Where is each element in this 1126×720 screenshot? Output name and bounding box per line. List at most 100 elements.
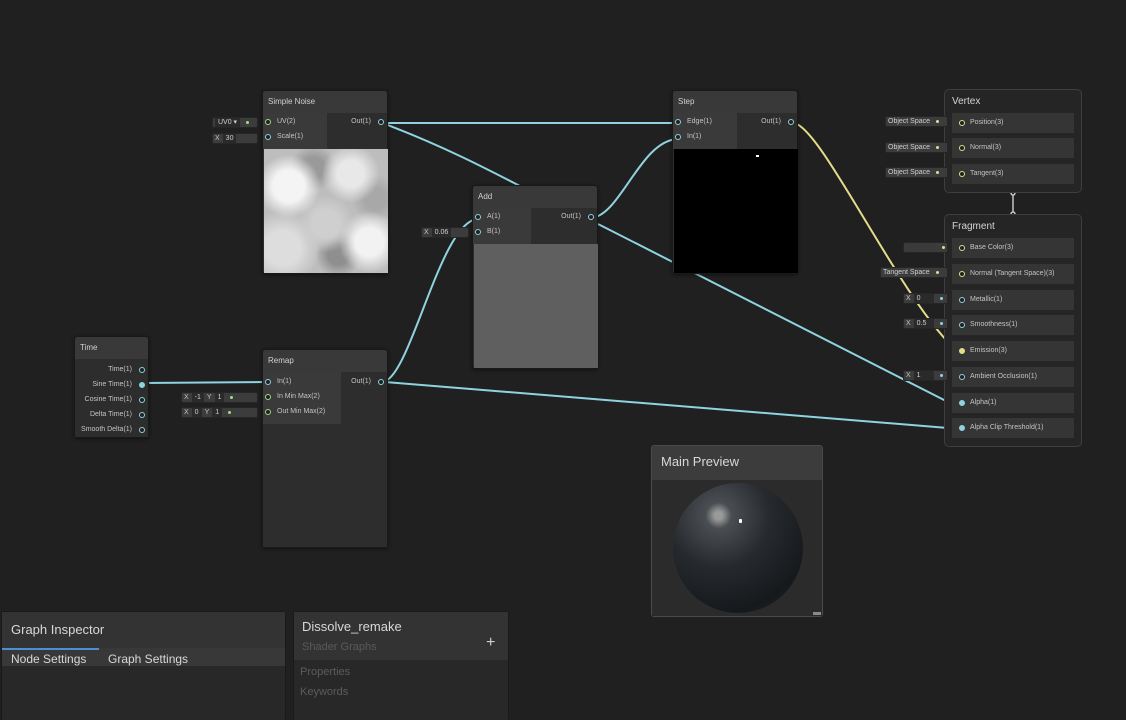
vertex-normal-slot[interactable]: Normal(3)	[952, 138, 1074, 158]
tangent-space-field[interactable]: Object Space	[885, 167, 948, 178]
in-input-label: In(1)	[687, 133, 702, 140]
uv-input-label: UV(2)	[277, 118, 296, 125]
time-node[interactable]: Time Time(1) Sine Time(1) Cosine Time(1)…	[74, 336, 149, 438]
blackboard-header: Dissolve_remake Shader Graphs +	[294, 612, 508, 660]
main-preview-panel[interactable]: Main Preview	[651, 445, 823, 617]
uv-input-port[interactable]	[265, 119, 271, 125]
simple-noise-node[interactable]: Simple Noise UV(2) Scale(1) Out(1)	[262, 90, 388, 274]
out-min-max-label: Out Min Max(2)	[277, 408, 326, 415]
b-input-port[interactable]	[475, 229, 481, 235]
add-property-button[interactable]: +	[486, 634, 495, 652]
base-color-swatch[interactable]	[903, 242, 948, 253]
normal-space-field[interactable]: Object Space	[885, 142, 948, 153]
properties-section[interactable]: Properties	[300, 666, 350, 678]
wire-remap-to-add	[381, 218, 479, 383]
normal-space-inline[interactable]: Tangent Space	[880, 267, 948, 278]
ambient-occlusion-port[interactable]	[959, 374, 965, 380]
smoothness-inline-field[interactable]: X 0.5	[903, 318, 948, 329]
preview-sphere	[673, 483, 803, 613]
wire-step-to-emission	[792, 122, 958, 352]
vertex-tangent-slot[interactable]: Tangent(3)	[952, 164, 1074, 184]
normal-port[interactable]	[959, 145, 965, 151]
in-min-max-inline-field[interactable]: X -1 Y 1	[181, 392, 258, 403]
edge-input-label: Edge(1)	[687, 118, 712, 125]
normal-ts-port[interactable]	[959, 271, 965, 277]
add-b-inline-field[interactable]: X 0.06	[421, 227, 469, 238]
graph-inspector-panel[interactable]: Graph Inspector Node Settings Graph Sett…	[1, 611, 286, 720]
in-input-label: In(1)	[277, 378, 292, 385]
in-input-port[interactable]	[675, 134, 681, 140]
main-preview-title: Main Preview	[652, 446, 822, 480]
scale-inline-field[interactable]: X 30	[212, 133, 258, 144]
fragment-title: Fragment	[952, 221, 995, 232]
node-title: Add	[473, 186, 597, 208]
inspector-tab-bar: Node Settings Graph Settings	[2, 648, 285, 666]
fragment-metallic-slot[interactable]: Metallic(1)	[952, 290, 1074, 310]
resize-handle[interactable]	[813, 612, 821, 615]
keywords-section[interactable]: Keywords	[300, 686, 348, 698]
out-output-port[interactable]	[788, 119, 794, 125]
step-preview	[674, 149, 798, 273]
fragment-base-color-slot[interactable]: Base Color(3)	[952, 238, 1074, 258]
color-swatch	[906, 243, 936, 252]
out-output-port[interactable]	[378, 379, 384, 385]
delta-time-output-port[interactable]	[139, 412, 145, 418]
node-title: Time	[75, 337, 148, 359]
add-node[interactable]: Add A(1) B(1) Out(1)	[472, 185, 598, 369]
a-input-label: A(1)	[487, 213, 501, 220]
b-input-label: B(1)	[487, 228, 501, 235]
smoothness-port[interactable]	[959, 322, 965, 328]
fragment-emission-slot[interactable]: Emission(3)	[952, 341, 1074, 361]
tab-graph-settings[interactable]: Graph Settings	[99, 648, 209, 666]
smooth-delta-output-label: Smooth Delta(1)	[81, 426, 132, 433]
out-port-label: Out(1)	[351, 118, 371, 125]
remap-body-area	[263, 424, 387, 547]
fragment-alpha-slot[interactable]: Alpha(1)	[952, 393, 1074, 413]
cosine-time-output-port[interactable]	[139, 397, 145, 403]
fragment-smoothness-slot[interactable]: Smoothness(1)	[952, 315, 1074, 335]
base-color-port[interactable]	[959, 245, 965, 251]
remap-node[interactable]: Remap In(1) In Min Max(2) Out Min Max(2)…	[262, 349, 388, 548]
sine-time-output-label: Sine Time(1)	[92, 381, 132, 388]
a-input-port[interactable]	[475, 214, 481, 220]
step-node[interactable]: Step Edge(1) In(1) Out(1)	[672, 90, 798, 274]
graph-inspector-title: Graph Inspector	[2, 612, 285, 648]
blackboard-panel[interactable]: Dissolve_remake Shader Graphs + Properti…	[293, 611, 509, 720]
fragment-block[interactable]: Fragment Base Color(3) Normal (Tangent S…	[944, 214, 1082, 447]
in-input-port[interactable]	[265, 379, 271, 385]
out-output-port[interactable]	[588, 214, 594, 220]
metallic-inline-field[interactable]: X0	[903, 293, 948, 304]
position-port[interactable]	[959, 120, 965, 126]
alpha-port[interactable]	[959, 400, 965, 406]
out-output-port[interactable]	[378, 119, 384, 125]
tab-node-settings[interactable]: Node Settings	[2, 648, 99, 666]
uv-channel-dropdown[interactable]: UV0 ▾	[212, 117, 258, 128]
wire-time-to-remap	[142, 381, 269, 384]
cosine-time-output-label: Cosine Time(1)	[84, 396, 132, 403]
in-min-max-input-port[interactable]	[265, 394, 271, 400]
position-space-field[interactable]: Object Space	[885, 116, 948, 127]
vertex-block[interactable]: Vertex Position(3) Normal(3) Tangent(3)	[944, 89, 1082, 193]
fragment-normal-slot[interactable]: Normal (Tangent Space)(3)	[952, 264, 1074, 284]
scale-input-label: Scale(1)	[277, 133, 304, 140]
smooth-delta-output-port[interactable]	[139, 427, 145, 433]
fragment-ao-slot[interactable]: Ambient Occlusion(1)	[952, 367, 1074, 387]
vertex-position-slot[interactable]: Position(3)	[952, 113, 1074, 133]
emission-port[interactable]	[959, 348, 965, 354]
scale-input-port[interactable]	[265, 134, 271, 140]
metallic-port[interactable]	[959, 297, 965, 303]
wire-noise-to-alpha-clip	[384, 123, 949, 403]
sine-time-output-port[interactable]	[139, 382, 145, 388]
time-output-port[interactable]	[139, 367, 145, 373]
edge-input-port[interactable]	[675, 119, 681, 125]
fragment-alpha-clip-slot[interactable]: Alpha Clip Threshold(1)	[952, 418, 1074, 438]
tangent-port[interactable]	[959, 171, 965, 177]
ao-inline-field[interactable]: X1	[903, 370, 948, 381]
noise-preview	[264, 149, 388, 273]
out-min-max-input-port[interactable]	[265, 409, 271, 415]
alpha-clip-port[interactable]	[959, 425, 965, 431]
preview-viewport[interactable]	[652, 480, 822, 616]
delta-time-output-label: Delta Time(1)	[89, 411, 132, 418]
out-port-label: Out(1)	[351, 378, 371, 385]
out-min-max-inline-field[interactable]: X 0 Y 1	[181, 407, 258, 418]
